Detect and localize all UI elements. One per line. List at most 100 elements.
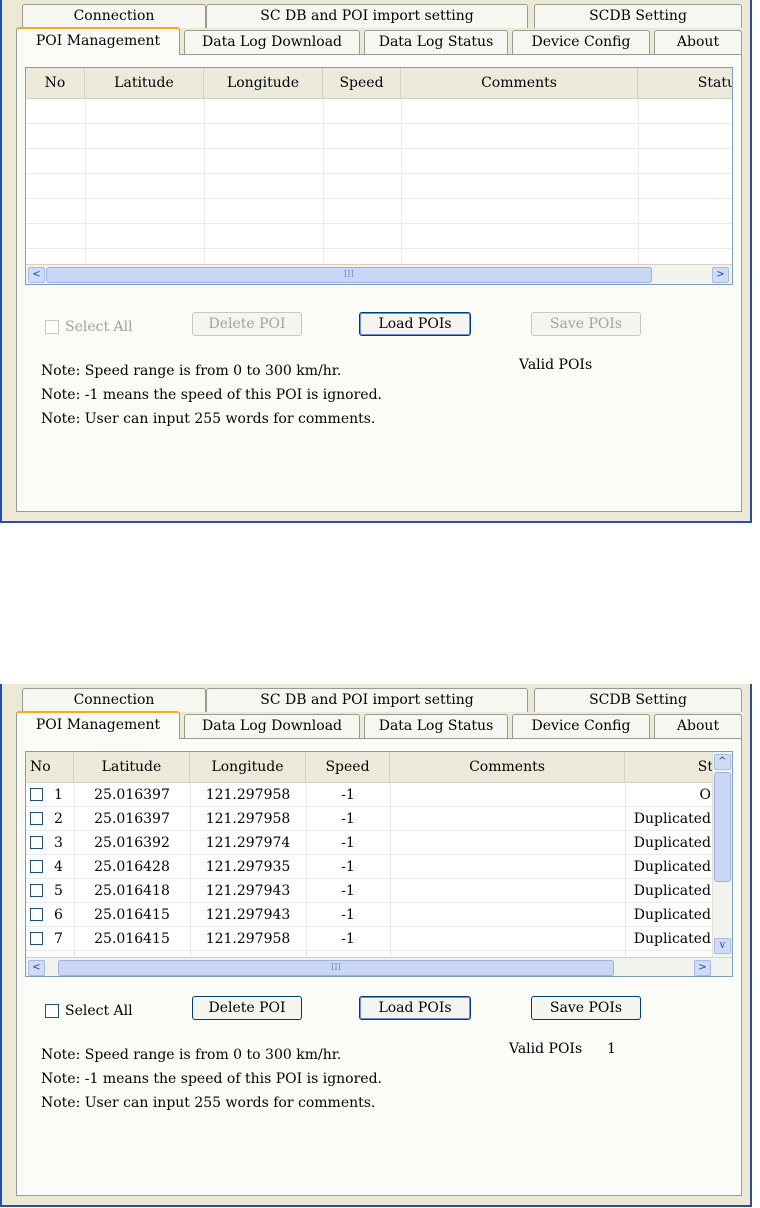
col-status[interactable]: Statu [638, 68, 732, 98]
save-pois-button[interactable]: Save POIs [531, 996, 641, 1020]
tab-connection[interactable]: Connection [22, 4, 206, 28]
note-speed-ignored: Note: -1 means the speed of this POI is … [41, 1071, 382, 1087]
tab-device-config[interactable]: Device Config [512, 714, 650, 738]
scroll-up-icon[interactable]: ^ [714, 754, 731, 770]
scroll-thumb[interactable]: III [46, 267, 652, 283]
select-all-checkbox[interactable]: Select All [45, 1001, 155, 1021]
scroll-right-icon[interactable]: > [694, 960, 711, 976]
cell-no: 3 [54, 835, 63, 851]
poi-list[interactable]: No Latitude Longitude Speed Comments Sta… [25, 67, 733, 285]
horizontal-scrollbar[interactable]: < III > [26, 957, 732, 976]
tab-about[interactable]: About [654, 30, 742, 54]
table-row[interactable]: 7 25.016415 121.297958 -1 Duplicated [26, 927, 715, 951]
load-pois-button[interactable]: Load POIs [359, 996, 471, 1020]
scroll-left-icon[interactable]: < [28, 267, 45, 283]
cell-no: 1 [54, 787, 63, 803]
col-comments[interactable]: Comments [401, 68, 638, 98]
cell-status: Duplicated [633, 883, 711, 899]
cell-lat: 25.016397 [94, 811, 170, 827]
scroll-right-icon[interactable]: > [712, 267, 729, 283]
cell-status: Duplicated [633, 907, 711, 923]
tab-connection[interactable]: Connection [22, 688, 206, 712]
table-row[interactable]: 3 25.016392 121.297974 -1 Duplicated [26, 831, 715, 855]
col-status[interactable]: St [625, 752, 715, 782]
column-divider [85, 99, 86, 264]
empty-row [26, 99, 732, 124]
cell-comment [390, 879, 625, 903]
vertical-scrollbar[interactable]: ^ v [712, 752, 732, 958]
row-checkbox[interactable] [30, 836, 43, 849]
valid-pois-count: 1 [607, 1041, 616, 1057]
column-divider [401, 99, 402, 264]
column-divider [306, 783, 307, 957]
save-pois-button[interactable]: Save POIs [531, 312, 641, 336]
cell-lat: 25.016397 [94, 787, 170, 803]
vertical-scroll-thumb[interactable] [714, 772, 731, 882]
col-latitude[interactable]: Latitude [74, 752, 190, 782]
table-row[interactable]: 4 25.016428 121.297935 -1 Duplicated [26, 855, 715, 879]
col-longitude[interactable]: Longitude [204, 68, 323, 98]
tab-poi-management[interactable]: POI Management [16, 27, 180, 55]
note-comment-length: Note: User can input 255 words for comme… [41, 411, 376, 427]
cell-lat: 25.016415 [94, 931, 170, 947]
tab-scdb-poi-import[interactable]: SC DB and POI import setting [206, 4, 528, 28]
delete-poi-button[interactable]: Delete POI [192, 312, 302, 336]
tab-scdb-setting[interactable]: SCDB Setting [534, 688, 742, 712]
col-speed[interactable]: Speed [323, 68, 401, 98]
col-speed[interactable]: Speed [306, 752, 390, 782]
list-header: No Latitude Longitude Speed Comments Sta… [26, 68, 732, 99]
col-no[interactable]: No [26, 752, 74, 782]
cell-comment [390, 783, 625, 807]
horizontal-scrollbar[interactable]: < III > [26, 264, 732, 284]
poi-management-page: No Latitude Longitude Speed Comments St … [16, 738, 742, 1196]
row-checkbox[interactable] [30, 908, 43, 921]
tab-strip: Connection SC DB and POI import setting … [16, 0, 746, 55]
table-row[interactable]: 5 25.016418 121.297943 -1 Duplicated [26, 879, 715, 903]
tab-data-log-status[interactable]: Data Log Status [364, 714, 508, 738]
cell-lon: 121.297935 [205, 859, 291, 875]
cell-lon: 121.297958 [205, 931, 291, 947]
table-row[interactable]: 1 25.016397 121.297958 -1 O [26, 783, 715, 807]
cell-lat: 25.016418 [94, 883, 170, 899]
col-no[interactable]: No [26, 68, 85, 98]
table-row[interactable]: 2 25.016397 121.297958 -1 Duplicated [26, 807, 715, 831]
scroll-thumb[interactable]: III [58, 960, 614, 976]
poi-list[interactable]: No Latitude Longitude Speed Comments St … [25, 751, 733, 977]
tab-data-log-status[interactable]: Data Log Status [364, 30, 508, 54]
col-comments[interactable]: Comments [390, 752, 625, 782]
row-checkbox[interactable] [30, 788, 43, 801]
cell-speed: -1 [341, 931, 355, 947]
scroll-down-icon[interactable]: v [714, 938, 731, 954]
cell-speed: -1 [341, 811, 355, 827]
empty-row [26, 224, 732, 249]
column-divider [638, 99, 639, 264]
col-latitude[interactable]: Latitude [85, 68, 204, 98]
tab-poi-management[interactable]: POI Management [16, 711, 180, 739]
column-divider [625, 783, 626, 957]
select-all-label: Select All [65, 319, 133, 335]
note-comment-length: Note: User can input 255 words for comme… [41, 1095, 376, 1111]
scroll-left-icon[interactable]: < [28, 960, 45, 976]
tab-scdb-setting[interactable]: SCDB Setting [534, 4, 742, 28]
row-checkbox[interactable] [30, 884, 43, 897]
column-divider [74, 783, 75, 957]
col-longitude[interactable]: Longitude [190, 752, 306, 782]
tab-device-config[interactable]: Device Config [512, 30, 650, 54]
cell-lat: 25.016415 [94, 907, 170, 923]
cell-no: 7 [54, 931, 63, 947]
poi-panel-empty: Connection SC DB and POI import setting … [0, 0, 752, 523]
load-pois-button[interactable]: Load POIs [359, 312, 471, 336]
cell-no: 4 [54, 859, 63, 875]
tab-data-log-download[interactable]: Data Log Download [184, 30, 360, 54]
row-checkbox[interactable] [30, 932, 43, 945]
delete-poi-button[interactable]: Delete POI [192, 996, 302, 1020]
cell-status: Duplicated [633, 859, 711, 875]
row-checkbox[interactable] [30, 860, 43, 873]
tab-data-log-download[interactable]: Data Log Download [184, 714, 360, 738]
cell-lon: 121.297958 [205, 811, 291, 827]
table-row[interactable]: 6 25.016415 121.297943 -1 Duplicated [26, 903, 715, 927]
select-all-checkbox[interactable]: Select All [45, 317, 155, 337]
tab-scdb-poi-import[interactable]: SC DB and POI import setting [206, 688, 528, 712]
row-checkbox[interactable] [30, 812, 43, 825]
tab-about[interactable]: About [654, 714, 742, 738]
